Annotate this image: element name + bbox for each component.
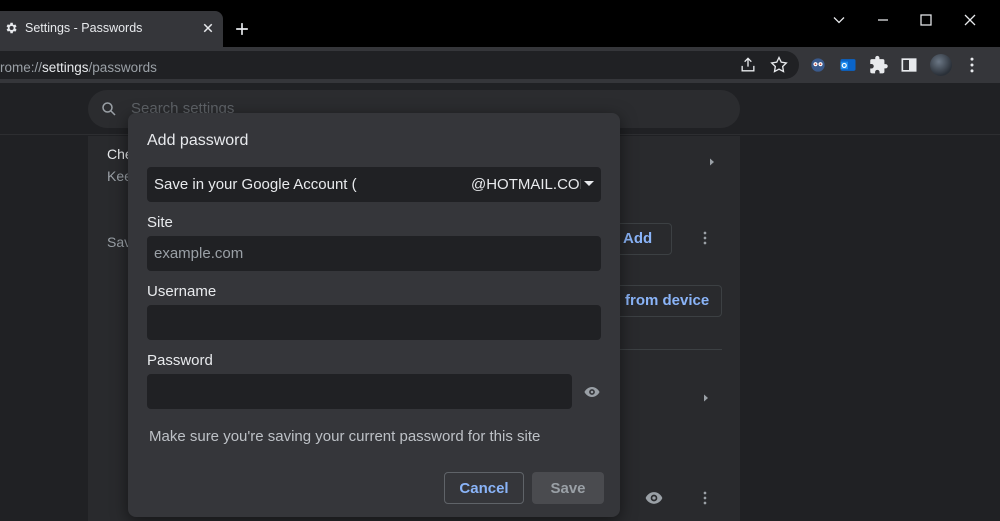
extensions-puzzle-icon[interactable] [869, 55, 889, 75]
chevron-right-icon-2[interactable] [700, 392, 712, 404]
tab-title: Settings - Passwords [25, 21, 143, 35]
cancel-button[interactable]: Cancel [444, 472, 524, 504]
share-icon[interactable] [738, 55, 758, 75]
url-text: rome://settings/passwords [0, 60, 157, 75]
dialog-title: Add password [147, 132, 249, 149]
toolbar: rome://settings/passwords [0, 47, 1000, 83]
account-select-email: @HOTMAIL.COM [471, 176, 581, 193]
password-input[interactable] [147, 374, 572, 409]
address-bar[interactable]: rome://settings/passwords [0, 51, 799, 79]
show-password-icon[interactable] [582, 382, 602, 402]
add-password-dialog: Add password Save in your Google Account… [128, 113, 620, 517]
more-menu-icon[interactable] [962, 55, 982, 75]
username-input[interactable] [147, 305, 601, 340]
site-input[interactable] [147, 236, 601, 271]
chevron-right-icon[interactable] [706, 156, 718, 168]
extension-mask-icon[interactable] [808, 55, 828, 75]
more-vert-icon-2[interactable] [695, 488, 715, 508]
close-tab-icon[interactable] [199, 19, 217, 37]
gear-icon [6, 22, 17, 34]
maximize-icon[interactable] [916, 10, 936, 30]
save-button[interactable]: Save [532, 472, 604, 504]
more-vert-icon[interactable] [695, 228, 715, 248]
account-select-prefix: Save in your Google Account ( [154, 176, 357, 193]
dropdown-arrow-icon [584, 181, 594, 186]
site-label: Site [147, 214, 173, 231]
account-select[interactable]: Save in your Google Account ( @HOTMAIL.C… [147, 167, 601, 202]
title-bar: Settings - Passwords [0, 0, 1000, 47]
new-tab-icon[interactable] [232, 19, 252, 39]
side-panel-icon[interactable] [899, 55, 919, 75]
search-icon [102, 102, 116, 116]
save-note: Make sure you're saving your current pas… [149, 428, 541, 445]
username-label: Username [147, 283, 217, 300]
minimize-icon[interactable] [873, 10, 893, 30]
outlook-icon[interactable] [838, 55, 858, 75]
profile-avatar[interactable] [930, 54, 952, 76]
close-window-icon[interactable] [960, 10, 980, 30]
password-label: Password [147, 352, 213, 369]
bookmark-star-icon[interactable] [769, 55, 789, 75]
tab-settings-passwords[interactable]: Settings - Passwords [0, 11, 223, 47]
chevron-down-icon[interactable] [829, 10, 849, 30]
show-password-eye-icon[interactable] [644, 488, 664, 508]
